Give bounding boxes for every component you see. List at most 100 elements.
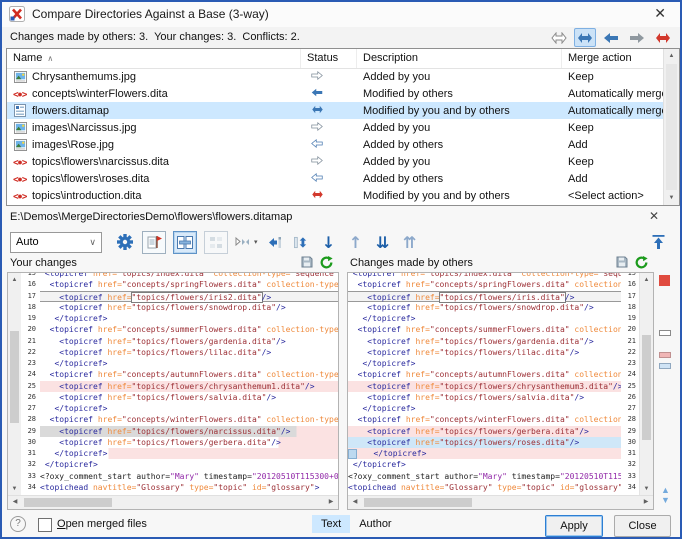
current-file-path: E:\Demos\MergeDirectoriesDemo\flowers\fl… (10, 211, 292, 223)
column-header-merge-action[interactable]: Merge action (562, 49, 664, 68)
code-line: </topicref> (40, 459, 338, 470)
code-line: <topicref href="topics/flowers/salvia.di… (40, 392, 338, 403)
ruler-previous-icon[interactable]: ▲ (661, 486, 670, 495)
show-files-modified-by-others-icon[interactable] (600, 28, 622, 47)
help-icon[interactable]: ? (10, 516, 26, 532)
app-logo-icon (9, 6, 25, 22)
copy-all-changes-icon[interactable] (292, 232, 312, 253)
scroll-up-icon[interactable]: ▲ (640, 273, 653, 287)
scroll-up-icon[interactable]: ▲ (8, 273, 21, 287)
synchronized-scrolling-icon[interactable] (173, 231, 197, 254)
scrollbar-thumb[interactable] (666, 64, 677, 190)
table-vertical-scrollbar[interactable]: ▲ ▼ (663, 49, 679, 205)
merge-action-cell[interactable]: <Select action> (562, 190, 664, 202)
column-header-name[interactable]: Name∧ (7, 49, 301, 68)
line-number: 19 (21, 313, 40, 324)
merge-action-cell[interactable]: Add (562, 139, 664, 151)
next-change-icon[interactable]: ↓ (319, 232, 339, 253)
previous-change-icon[interactable]: ↑ (346, 232, 366, 253)
change-overview-marker[interactable] (659, 330, 671, 336)
window-close-button[interactable]: ✕ (650, 5, 670, 22)
addition-overview-marker[interactable] (659, 363, 671, 369)
table-row[interactable]: images\Narcissus.jpgAdded by youKeep (7, 119, 664, 136)
apply-button[interactable]: Apply (545, 515, 603, 537)
next-conflict-icon[interactable]: ⇊ (373, 232, 393, 253)
table-row[interactable]: <>topics\flowers\roses.ditaAdded by othe… (7, 170, 664, 187)
code-line: <topicref href="concepts/springFlowers.d… (348, 279, 621, 290)
line-number: 17 (21, 291, 40, 302)
right-horizontal-scrollbar[interactable]: ◀ ▶ (348, 495, 653, 509)
right-vertical-scrollbar[interactable]: ▲ ▼ (639, 273, 653, 496)
dita-file-icon: <> (13, 172, 27, 186)
right-source-editor[interactable]: <topicref href="topics/index.dita" colle… (348, 273, 621, 496)
previous-conflict-icon[interactable]: ⇈ (400, 232, 420, 253)
line-number: 29 (21, 426, 40, 437)
dropdown-caret-icon: ▾ (254, 238, 258, 246)
column-header-description[interactable]: Description (357, 49, 562, 68)
scroll-down-icon[interactable]: ▼ (8, 482, 21, 496)
code-line: </topicref> (40, 313, 338, 324)
left-horizontal-scrollbar[interactable]: ◀ ▶ (8, 495, 338, 509)
column-header-status[interactable]: Status (301, 49, 357, 68)
merge-action-cell[interactable]: Automatically merge (562, 105, 664, 117)
scrollbar-thumb[interactable] (642, 335, 651, 440)
left-pane-header: Your changes (7, 256, 339, 272)
scroll-down-icon[interactable]: ▼ (640, 482, 653, 496)
scroll-left-icon[interactable]: ◀ (348, 496, 362, 509)
scroll-down-icon[interactable]: ▼ (664, 191, 679, 205)
table-row[interactable]: <>concepts\winterFlowers.ditaModified by… (7, 85, 664, 102)
diff-algorithm-select[interactable]: Auto ∨ (10, 232, 102, 253)
left-vertical-scrollbar[interactable]: ▲ ▼ (8, 273, 22, 496)
table-row[interactable]: images\Rose.jpgAdded by othersAdd (7, 136, 664, 153)
next-block-of-changes-icon[interactable]: ▾ (235, 232, 258, 253)
refresh-icon[interactable] (635, 256, 648, 272)
scrollbar-thumb[interactable] (24, 498, 112, 507)
file-name: images\Rose.jpg (32, 139, 114, 151)
table-row[interactable]: <>topics\introduction.ditaModified by yo… (7, 187, 664, 204)
code-line: <topicref href="topics/flowers/chrysanth… (40, 381, 338, 392)
show-files-modified-by-both-icon[interactable] (574, 28, 596, 47)
scroll-left-icon[interactable]: ◀ (8, 496, 22, 509)
merge-action-cell[interactable]: Keep (562, 71, 664, 83)
merge-action-cell[interactable]: Keep (562, 122, 664, 134)
go-to-first-change-icon[interactable] (648, 231, 668, 252)
show-your-modified-files-icon[interactable] (626, 28, 648, 47)
merge-action-cell[interactable]: Automatically merge (562, 88, 664, 100)
ruler-next-icon[interactable]: ▼ (661, 496, 670, 505)
code-line: <topicref href="topics/flowers/iris2.dit… (40, 291, 338, 302)
close-button[interactable]: Close (614, 515, 671, 537)
table-row[interactable]: flowers.ditamapModified by you and by ot… (7, 102, 664, 119)
mode-tab-author[interactable]: Author (350, 515, 400, 533)
added-by-others-icon (311, 173, 323, 185)
table-row[interactable]: Chrysanthemums.jpgAdded by youKeep (7, 68, 664, 85)
scrollbar-thumb[interactable] (364, 498, 472, 507)
line-number: 24 (621, 369, 640, 380)
added-by-you-icon (311, 156, 323, 168)
status-cell (301, 122, 357, 134)
settings-gear-icon[interactable] (115, 232, 135, 253)
copy-change-from-right-icon[interactable] (265, 232, 285, 253)
show-all-files-icon[interactable] (548, 28, 570, 47)
save-icon[interactable] (616, 256, 628, 271)
scroll-up-icon[interactable]: ▲ (664, 49, 679, 63)
modification-overview-marker[interactable] (659, 352, 671, 358)
diff-options-icon[interactable] (142, 231, 166, 254)
toolbar-buttons: ▾ ↓ ↑ ⇊ ⇈ (115, 231, 420, 254)
line-number: 32 (21, 459, 40, 470)
table-row[interactable]: <>topics\flowers\narcissus.ditaAdded by … (7, 153, 664, 170)
merge-action-cell[interactable]: Add (562, 173, 664, 185)
scroll-right-icon[interactable]: ▶ (324, 496, 338, 509)
code-line: <topicref href="concepts/winterFlowers.d… (348, 414, 621, 425)
close-comparison-button[interactable]: ✕ (646, 209, 662, 223)
dita-file-icon: <> (13, 155, 27, 169)
scroll-right-icon[interactable]: ▶ (639, 496, 653, 509)
left-source-editor[interactable]: <topicref href="topics/index.dita" colle… (40, 273, 338, 496)
scrollbar-thumb[interactable] (10, 331, 19, 423)
show-conflicting-files-icon[interactable] (652, 28, 674, 47)
save-icon[interactable] (301, 256, 313, 271)
refresh-icon[interactable] (320, 256, 333, 272)
mode-tab-text[interactable]: Text (312, 515, 350, 533)
conflict-overview-marker[interactable] (659, 275, 670, 286)
open-merged-files-checkbox[interactable] (38, 518, 52, 532)
merge-action-cell[interactable]: Keep (562, 156, 664, 168)
